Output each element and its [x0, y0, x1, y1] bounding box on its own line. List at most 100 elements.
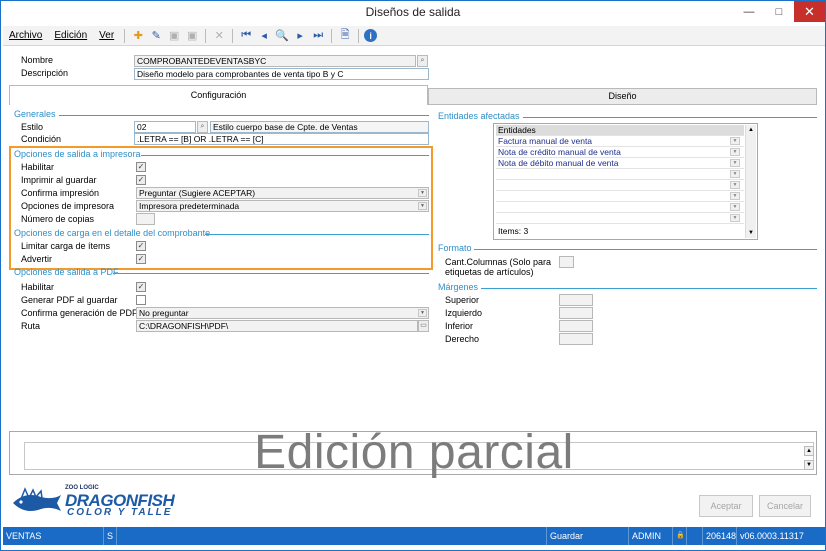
columnas-field[interactable] [559, 256, 574, 268]
generar-pdf-label: Generar PDF al guardar [21, 295, 118, 305]
chevron-down-icon[interactable]: ▼ [730, 214, 740, 222]
scroll-down-icon[interactable]: ▼ [746, 228, 756, 238]
chevron-down-icon[interactable]: ▼ [730, 148, 740, 156]
chevron-down-icon[interactable]: ▼ [730, 181, 740, 189]
margenes-rule [481, 288, 817, 289]
imp-habilitar-checkbox[interactable]: ✓ [136, 162, 146, 172]
descripcion-label: Descripción [21, 68, 69, 78]
close-button[interactable]: ✕ [794, 1, 825, 22]
lock-icon: 🔒 [673, 527, 687, 545]
menu-edicion[interactable]: Edición [48, 30, 93, 41]
tab-diseno[interactable]: Diseño [428, 88, 817, 105]
list-item[interactable]: Nota de crédito manual de venta ▼ [496, 147, 744, 158]
toolbar-separator [205, 28, 207, 43]
save-icon[interactable]: ▣ [166, 28, 182, 44]
list-item-empty[interactable]: ▼ [496, 180, 744, 191]
list-item[interactable]: Factura manual de venta ▼ [496, 136, 744, 147]
edit-icon[interactable]: ✎ [148, 28, 164, 44]
formato-rule [474, 249, 817, 250]
superior-field[interactable] [559, 294, 593, 306]
chevron-down-icon[interactable]: ▼ [730, 192, 740, 200]
margenes-title: Márgenes [438, 282, 479, 292]
chevron-down-icon[interactable]: ▼ [730, 137, 740, 145]
cancel-icon[interactable]: ✕ [211, 28, 227, 44]
cancelar-button[interactable]: Cancelar [759, 495, 811, 517]
status-s: S [104, 527, 117, 545]
columnas-label-2: etiquetas de artículos) [445, 267, 534, 277]
maximize-icon: □ [775, 5, 783, 18]
search-binoculars-icon[interactable]: 🔍 [274, 28, 290, 44]
preview-icon[interactable]: 🗎 [337, 28, 353, 44]
list-item-label: Factura manual de venta [498, 136, 593, 146]
inferior-label: Inferior [445, 321, 474, 331]
status-empty [117, 527, 547, 545]
entidades-header: Entidades [496, 125, 744, 136]
info-icon[interactable]: i [364, 29, 378, 42]
carga-title: Opciones de carga en el detalle del comp… [14, 228, 211, 238]
first-record-icon[interactable]: ⏮ [238, 28, 254, 44]
opciones-impresora-label: Opciones de impresora [21, 201, 115, 211]
nombre-field[interactable]: COMPROBANTEDEVENTASBYC [134, 55, 416, 67]
entidades-scrollbar[interactable]: ▲ ▼ [745, 125, 756, 238]
chevron-down-icon[interactable]: ▼ [730, 170, 740, 178]
pdf-habilitar-label: Habilitar [21, 282, 55, 292]
chevron-down-icon: ▼ [418, 309, 427, 317]
imprimir-guardar-label: Imprimir al guardar [21, 175, 97, 185]
generales-title: Generales [14, 109, 56, 119]
save-as-icon[interactable]: ▣ [184, 28, 200, 44]
confirma-pdf-select[interactable]: No preguntar ▼ [136, 307, 429, 319]
previous-record-icon[interactable]: ◂ [256, 28, 272, 44]
confirma-impresion-select[interactable]: Preguntar (Sugiere ACEPTAR) ▼ [136, 187, 429, 199]
estilo-search-icon[interactable]: ⌕ [197, 121, 208, 133]
generar-pdf-checkbox[interactable] [136, 295, 146, 305]
minimize-button[interactable]: — [734, 1, 764, 22]
tab-border [428, 104, 817, 105]
ruta-field[interactable]: C:\DRAGONFISH\PDF\ [136, 320, 418, 332]
maximize-button[interactable]: □ [764, 1, 794, 22]
limitar-carga-checkbox[interactable]: ✓ [136, 241, 146, 251]
numero-copias-field[interactable] [136, 213, 155, 225]
list-item[interactable]: Nota de débito manual de venta ▼ [496, 158, 744, 169]
aceptar-button[interactable]: Aceptar [699, 495, 753, 517]
chevron-down-icon: ▼ [418, 189, 427, 197]
new-icon[interactable]: ✚ [130, 28, 146, 44]
izquierdo-field[interactable] [559, 307, 593, 319]
impresora-title: Opciones de salida a impresora [14, 149, 141, 159]
chevron-down-icon[interactable]: ▼ [730, 203, 740, 211]
list-item-empty[interactable]: ▼ [496, 202, 744, 213]
tab-configuracion[interactable]: Configuración [9, 85, 428, 105]
chevron-down-icon[interactable]: ▼ [730, 159, 740, 167]
entidades-list[interactable]: Entidades Factura manual de venta ▼ Nota… [493, 123, 758, 240]
next-record-icon[interactable]: ▸ [292, 28, 308, 44]
status-bar: VENTAS S Guardar ADMIN 🔒 206148 v06.0003… [3, 527, 825, 545]
scroll-up-icon[interactable]: ▲ [746, 125, 756, 135]
status-module: VENTAS [3, 527, 104, 545]
descripcion-field[interactable]: Diseño modelo para comprobantes de venta… [134, 68, 429, 80]
list-item-empty[interactable]: ▼ [496, 169, 744, 180]
list-item-empty[interactable]: ▼ [496, 191, 744, 202]
pdf-title: Opciones de salida a PDF [14, 267, 119, 277]
toolbar-separator [331, 28, 333, 43]
inferior-field[interactable] [559, 320, 593, 332]
last-record-icon[interactable]: ⏭ [310, 28, 326, 44]
folder-icon[interactable]: ▭ [418, 320, 429, 332]
confirma-impresion-label: Confirma impresión [21, 188, 100, 198]
menu-ver[interactable]: Ver [93, 30, 120, 41]
imprimir-guardar-checkbox[interactable]: ✓ [136, 175, 146, 185]
numero-copias-label: Número de copias [21, 214, 95, 224]
chevron-down-icon: ▼ [418, 202, 427, 210]
derecho-field[interactable] [559, 333, 593, 345]
menu-archivo[interactable]: Archivo [3, 30, 48, 41]
pdf-habilitar-checkbox[interactable]: ✓ [136, 282, 146, 292]
opciones-impresora-select[interactable]: Impresora predeterminada ▼ [136, 200, 429, 212]
estilo-code-field[interactable]: 02 [134, 121, 196, 133]
list-item-empty[interactable]: ▼ [496, 213, 744, 224]
opciones-impresora-value: Impresora predeterminada [139, 201, 240, 211]
brand-sub-text: COLOR Y TALLE [67, 507, 173, 518]
condicion-field[interactable]: .LETRA == [B] OR .LETRA == [C] [134, 133, 429, 145]
title-bar: Diseños de salida — □ ✕ [1, 1, 825, 23]
advertir-checkbox[interactable]: ✓ [136, 254, 146, 264]
izquierdo-label: Izquierdo [445, 308, 483, 318]
nombre-search-icon[interactable]: ⌕ [417, 55, 428, 67]
fish-logo-icon [13, 487, 61, 511]
